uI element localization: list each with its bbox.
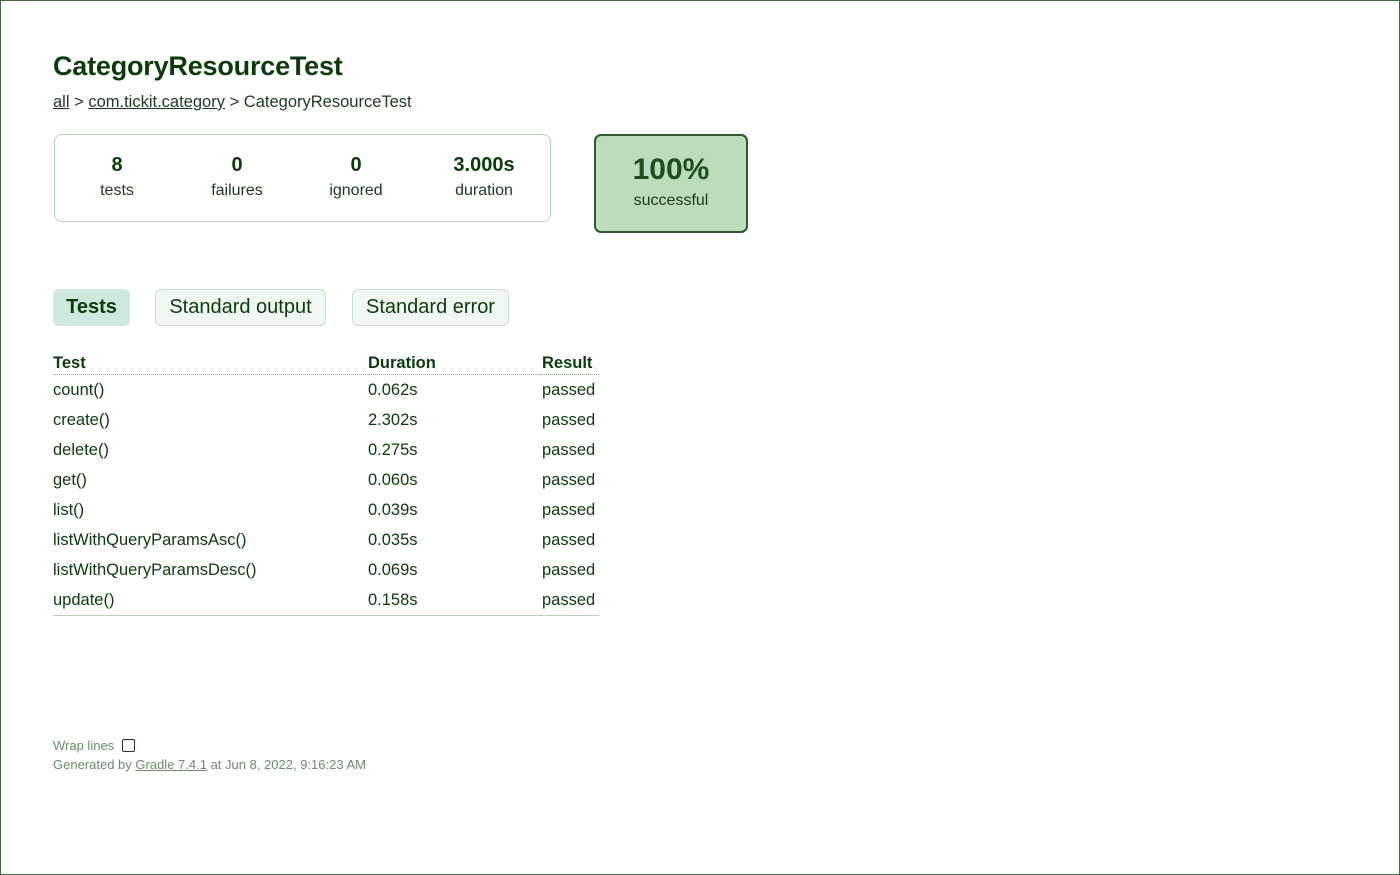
tests-counter: 8 tests bbox=[57, 151, 177, 201]
test-name: count() bbox=[53, 381, 105, 399]
ignored-counter: 0 ignored bbox=[296, 151, 416, 201]
table-row: get() 0.060s passed bbox=[53, 465, 599, 495]
summary-row: 8 tests 0 failures 0 ignored 3.000s dura… bbox=[53, 134, 1353, 234]
header-duration: Duration bbox=[368, 352, 542, 375]
test-duration: 0.039s bbox=[368, 501, 418, 519]
failures-count: 0 bbox=[231, 154, 243, 176]
test-result: passed bbox=[542, 501, 596, 519]
test-result: passed bbox=[542, 561, 596, 579]
success-rate-value: 100% bbox=[632, 153, 710, 186]
test-result: passed bbox=[542, 411, 596, 429]
tests-count: 8 bbox=[111, 154, 123, 176]
duration-counter: 3.000s duration bbox=[424, 151, 544, 201]
breadcrumb-separator: > bbox=[229, 93, 240, 111]
gradle-link[interactable]: Gradle 7.4.1 bbox=[135, 757, 207, 772]
ignored-count: 0 bbox=[350, 154, 362, 176]
main-content: CategoryResourceTest all > com.tickit.ca… bbox=[53, 48, 1353, 616]
duration-value: 3.000s bbox=[453, 154, 515, 176]
ignored-label: ignored bbox=[329, 182, 383, 199]
tab-standard-error[interactable]: Standard error bbox=[352, 289, 509, 326]
generated-by-line: Generated by Gradle 7.4.1 at Jun 8, 2022… bbox=[53, 755, 366, 774]
table-row: create() 2.302s passed bbox=[53, 405, 599, 435]
test-duration: 0.069s bbox=[368, 561, 418, 579]
generated-timestamp: at Jun 8, 2022, 9:16:23 AM bbox=[210, 757, 366, 772]
test-name: listWithQueryParamsDesc() bbox=[53, 561, 257, 579]
table-row: update() 0.158s passed bbox=[53, 585, 599, 616]
test-result: passed bbox=[542, 585, 599, 616]
table-header-row: Test Duration Result bbox=[53, 352, 599, 375]
table-row: listWithQueryParamsDesc() 0.069s passed bbox=[53, 555, 599, 585]
test-duration: 0.158s bbox=[368, 585, 542, 616]
header-result: Result bbox=[542, 352, 599, 375]
wrap-lines-label: Wrap lines bbox=[53, 738, 115, 753]
summary-counters-box: 8 tests 0 failures 0 ignored 3.000s dura… bbox=[54, 134, 551, 222]
test-name: listWithQueryParamsAsc() bbox=[53, 531, 247, 549]
table-row: listWithQueryParamsAsc() 0.035s passed bbox=[53, 525, 599, 555]
wrap-lines-control: Wrap lines bbox=[53, 736, 366, 755]
generated-prefix: Generated by bbox=[53, 757, 132, 772]
success-rate-label: successful bbox=[633, 192, 709, 209]
tab-bar: Tests Standard output Standard error bbox=[53, 289, 1353, 327]
test-name: get() bbox=[53, 471, 87, 489]
test-result: passed bbox=[542, 381, 596, 399]
test-duration: 0.275s bbox=[368, 441, 418, 459]
breadcrumb-link-all[interactable]: all bbox=[53, 93, 70, 111]
table-row: list() 0.039s passed bbox=[53, 495, 599, 525]
tab-tests[interactable]: Tests bbox=[53, 289, 130, 326]
test-result: passed bbox=[542, 471, 596, 489]
test-duration: 2.302s bbox=[368, 411, 418, 429]
test-duration: 0.060s bbox=[368, 471, 418, 489]
test-duration: 0.062s bbox=[368, 381, 418, 399]
tab-standard-output[interactable]: Standard output bbox=[155, 289, 326, 326]
footer: Wrap lines Generated by Gradle 7.4.1 at … bbox=[53, 736, 366, 774]
breadcrumb-link-package[interactable]: com.tickit.category bbox=[88, 93, 225, 111]
test-duration: 0.035s bbox=[368, 531, 418, 549]
test-name: list() bbox=[53, 501, 85, 519]
success-rate-box: 100% successful bbox=[594, 134, 748, 233]
wrap-lines-checkbox[interactable] bbox=[122, 739, 136, 752]
page-title: CategoryResourceTest bbox=[53, 51, 343, 81]
breadcrumb: all > com.tickit.category > CategoryReso… bbox=[53, 91, 1353, 113]
tests-label: tests bbox=[100, 182, 134, 199]
table-row: delete() 0.275s passed bbox=[53, 435, 599, 465]
test-name: create() bbox=[53, 411, 110, 429]
duration-label: duration bbox=[455, 182, 513, 199]
failures-label: failures bbox=[211, 182, 263, 199]
test-result: passed bbox=[542, 441, 596, 459]
test-name: update() bbox=[53, 585, 368, 616]
breadcrumb-current: CategoryResourceTest bbox=[243, 93, 412, 111]
table-row: count() 0.062s passed bbox=[53, 375, 599, 406]
breadcrumb-separator: > bbox=[74, 93, 84, 111]
tests-table: Test Duration Result count() 0.062s pass… bbox=[53, 352, 599, 616]
test-result: passed bbox=[542, 531, 596, 549]
header-test: Test bbox=[53, 352, 368, 375]
failures-counter: 0 failures bbox=[177, 151, 297, 201]
test-name: delete() bbox=[53, 441, 109, 459]
